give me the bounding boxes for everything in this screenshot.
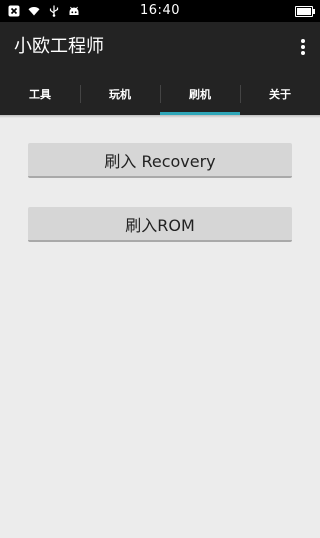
tab-play[interactable]: 玩机 xyxy=(80,73,160,115)
overflow-menu-icon[interactable] xyxy=(300,39,306,57)
app-bar: 小欧工程师 xyxy=(0,22,320,73)
status-time: 16:40 xyxy=(140,3,180,18)
tab-shadow xyxy=(0,115,320,118)
battery-icon xyxy=(295,6,315,17)
tab-about[interactable]: 关于 xyxy=(240,73,320,115)
tab-tools[interactable]: 工具 xyxy=(0,73,80,115)
app-title: 小欧工程师 xyxy=(14,36,104,57)
status-bar: 16:40 xyxy=(0,0,320,22)
flash-rom-button[interactable]: 刷入ROM xyxy=(28,207,292,242)
tab-flash[interactable]: 刷机 xyxy=(160,73,240,115)
flash-recovery-button[interactable]: 刷入 Recovery xyxy=(28,143,292,178)
tab-bar: 工具 玩机 刷机 关于 xyxy=(0,73,320,115)
